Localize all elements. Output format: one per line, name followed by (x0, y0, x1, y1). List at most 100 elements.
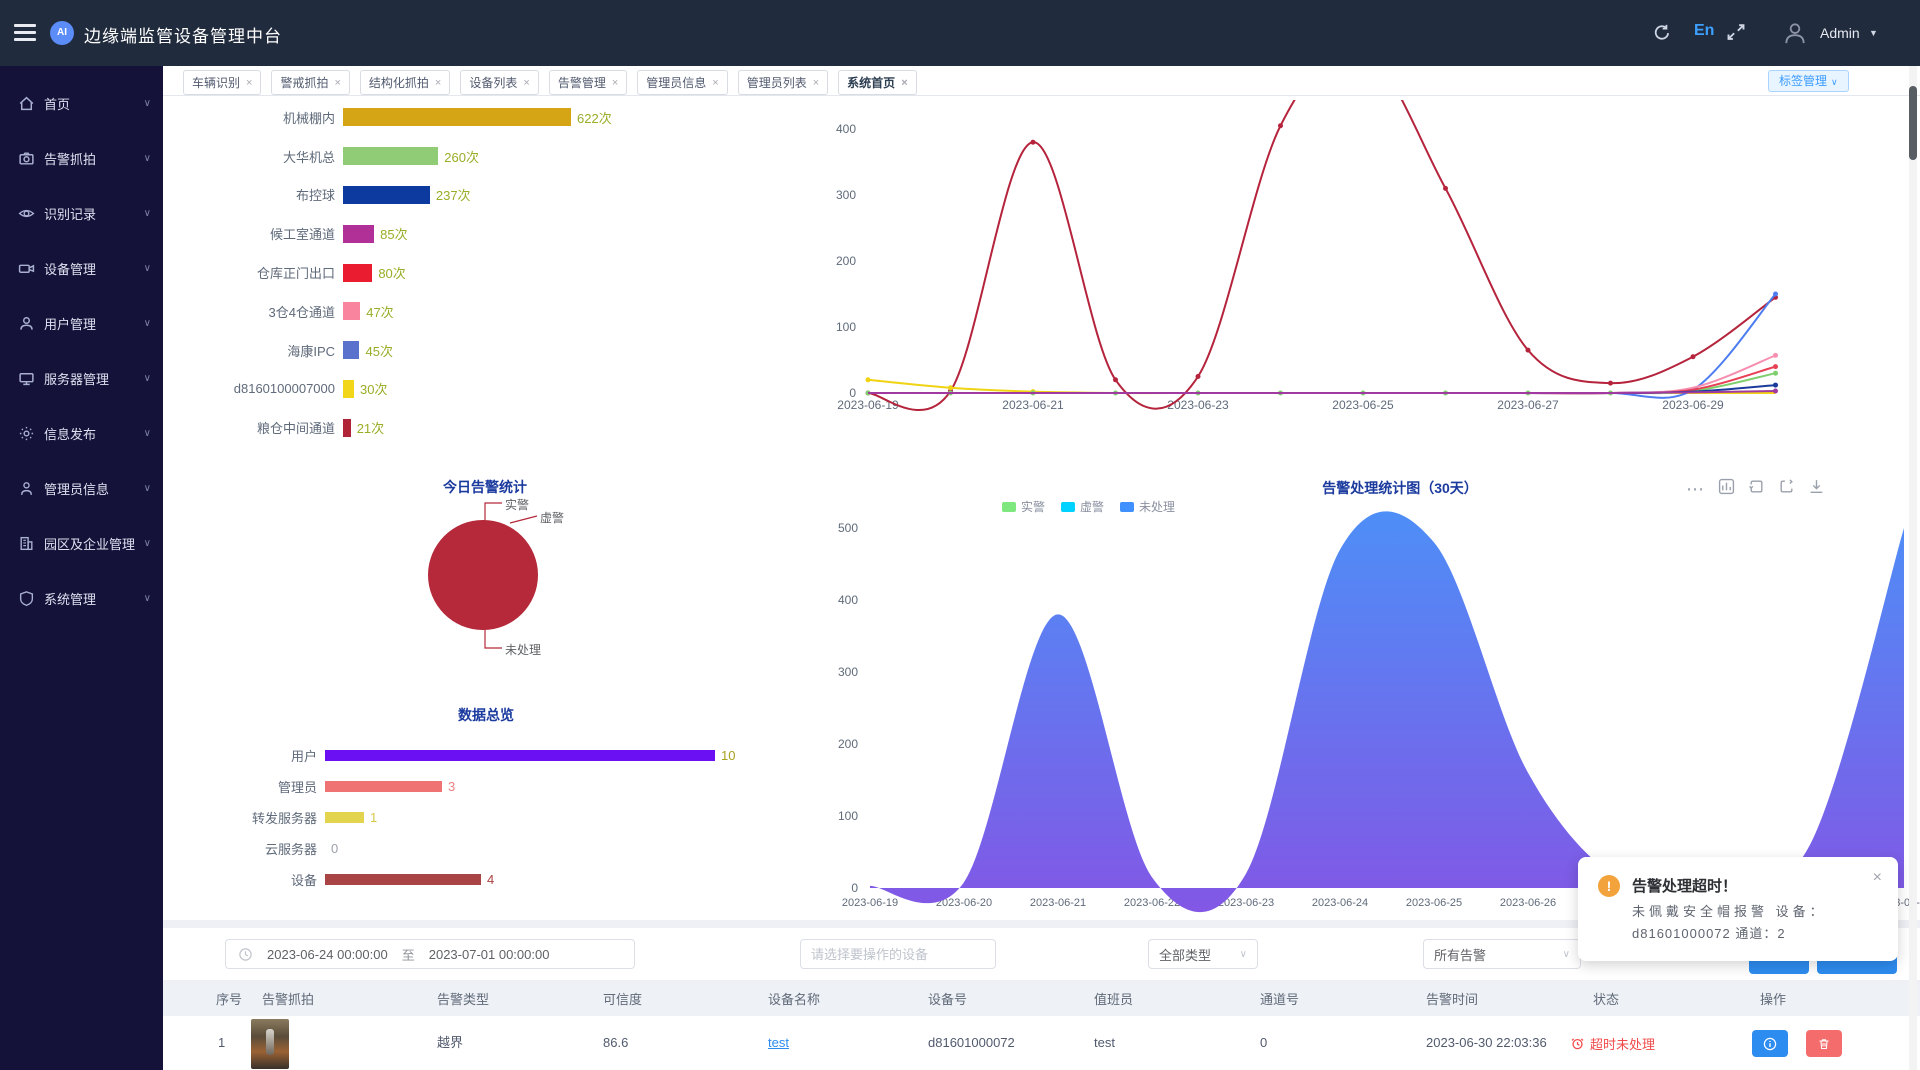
info-icon (1763, 1037, 1777, 1051)
cell-device-no: d81601000072 (928, 1016, 1015, 1070)
rotate-icon[interactable] (1778, 478, 1795, 500)
svg-text:2023-06-25: 2023-06-25 (1332, 398, 1394, 412)
download-icon[interactable] (1808, 478, 1825, 500)
close-tab-icon[interactable]: × (246, 77, 252, 89)
toast-close-icon[interactable]: × (1873, 869, 1882, 887)
legend-real-alarm[interactable]: 实警 (1002, 498, 1045, 515)
alarm-select[interactable]: 所有告警∨ (1423, 939, 1581, 969)
sidebar-item-device-management[interactable]: 设备管理∨ (0, 241, 163, 296)
svg-text:400: 400 (836, 122, 856, 136)
alarm-snapshot-thumbnail[interactable] (251, 1019, 289, 1069)
home-icon (18, 95, 35, 112)
bar-row: 用户10 (163, 740, 783, 771)
sidebar-item-user-management[interactable]: 用户管理∨ (0, 296, 163, 351)
tab-alarm-management[interactable]: 告警管理× (549, 70, 627, 95)
more-icon[interactable]: ⋯ (1686, 479, 1705, 500)
restore-icon[interactable] (1748, 478, 1765, 500)
cell-alarm-time: 2023-06-30 22:03:36 (1426, 1016, 1547, 1070)
alarm-process-area-chart: 01002003004005002023-06-192023-06-202023… (796, 470, 1920, 915)
data-overview-bar-chart: 用户10管理员3转发服务器1云服务器0设备4 (163, 740, 783, 895)
cell-channel: 0 (1260, 1016, 1267, 1070)
chart-type-icon[interactable] (1718, 478, 1735, 500)
sidebar-item-home[interactable]: 首页∨ (0, 76, 163, 131)
date-range-picker[interactable]: 2023-06-24 00:00:00 至 2023-07-01 00:00:0… (225, 939, 635, 969)
refresh-icon[interactable] (1652, 22, 1672, 47)
pie-label-false-alarm: 虚警 (540, 509, 564, 526)
bar-row: 粮仓中间通道21次 (178, 408, 738, 447)
sidebar-item-alarm-capture[interactable]: 告警抓拍∨ (0, 131, 163, 186)
close-tab-icon[interactable]: × (712, 77, 718, 89)
svg-text:2023-06-29: 2023-06-29 (1662, 398, 1724, 412)
person-icon (18, 480, 35, 497)
cell-alarm-type: 越界 (437, 1016, 463, 1070)
bar-row: 机械棚内622次 (178, 98, 738, 137)
close-tab-icon[interactable]: × (435, 77, 441, 89)
tab-device-list[interactable]: 设备列表× (460, 70, 538, 95)
sidebar-item-server-management[interactable]: 服务器管理∨ (0, 351, 163, 406)
shield-icon (18, 590, 35, 607)
tab-admin-info[interactable]: 管理员信息× (637, 70, 727, 95)
scrollbar-track[interactable] (1909, 66, 1917, 1070)
menu-toggle-icon[interactable] (14, 24, 36, 42)
device-name-link[interactable]: test (768, 1016, 789, 1070)
svg-text:0: 0 (851, 881, 858, 895)
cell-index: 1 (218, 1016, 225, 1070)
fullscreen-icon[interactable] (1726, 22, 1746, 47)
date-start: 2023-06-24 00:00:00 (267, 947, 388, 962)
toast-body-line2: d81601000072 通道：2 (1632, 923, 1786, 942)
dashboard-charts-panel: 机械棚内622次大华机总260次布控球237次候工室通道85次仓库正门出口80次… (163, 96, 1920, 920)
svg-text:200: 200 (836, 254, 856, 268)
type-select[interactable]: 全部类型∨ (1148, 939, 1258, 969)
table-row: 1 越界 86.6 test d81601000072 test 0 2023-… (163, 1016, 1920, 1070)
bar-row: 管理员3 (163, 771, 783, 802)
user-caret-icon: ▼ (1869, 28, 1878, 38)
close-tab-icon[interactable]: × (901, 77, 907, 89)
language-toggle[interactable]: En (1694, 22, 1714, 40)
sidebar-item-park-enterprise[interactable]: 园区及企业管理∨ (0, 516, 163, 571)
cell-confidence: 86.6 (603, 1016, 628, 1070)
close-tab-icon[interactable]: × (523, 77, 529, 89)
toast-title: 告警处理超时！ (1632, 875, 1737, 896)
toast-body-line1: 未佩戴安全帽报警 设备： (1632, 901, 1882, 920)
device-alarm-bar-chart: 机械棚内622次大华机总260次布控球237次候工室通道85次仓库正门出口80次… (178, 98, 738, 447)
tag-manage-button[interactable]: 标签管理∨ (1768, 70, 1849, 92)
close-tab-icon[interactable]: × (334, 77, 340, 89)
gear-icon (18, 425, 35, 442)
pie-label-unhandled: 未处理 (505, 641, 541, 658)
clock-icon (238, 947, 253, 962)
close-tab-icon[interactable]: × (813, 77, 819, 89)
delete-button[interactable] (1806, 1030, 1842, 1057)
avatar-icon[interactable] (1782, 20, 1808, 51)
bar-row: 设备4 (163, 864, 783, 895)
tab-structured-capture[interactable]: 结构化抓拍× (360, 70, 450, 95)
pie-label-real-alarm: 实警 (505, 496, 529, 513)
tab-system-home[interactable]: 系统首页× (838, 70, 916, 95)
status-badge: 超时未处理 (1570, 1016, 1655, 1070)
tab-alert-capture[interactable]: 警戒抓拍× (271, 70, 349, 95)
monitor-icon (18, 370, 35, 387)
sidebar-item-admin-info[interactable]: 管理员信息∨ (0, 461, 163, 516)
top-bar: AI 边缘端监管设备管理中台 En Admin ▼ (0, 0, 1920, 66)
chevron-down-icon: ∨ (1563, 949, 1570, 960)
data-overview-title: 数据总览 (386, 705, 586, 725)
svg-text:2023-06-21: 2023-06-21 (1002, 398, 1064, 412)
sidebar-item-info-publish[interactable]: 信息发布∨ (0, 406, 163, 461)
cell-operator: test (1094, 1016, 1115, 1070)
legend-unhandled[interactable]: 未处理 (1120, 498, 1175, 515)
svg-text:2023-06-24: 2023-06-24 (1312, 897, 1368, 909)
bar-row: 云服务器0 (163, 833, 783, 864)
user-menu[interactable]: Admin (1820, 25, 1860, 41)
date-end: 2023-07-01 00:00:00 (429, 947, 550, 962)
svg-text:2023-06-25: 2023-06-25 (1406, 897, 1462, 909)
legend-false-alarm[interactable]: 虚警 (1061, 498, 1104, 515)
device-select-input[interactable] (800, 939, 996, 969)
scrollbar-thumb[interactable] (1909, 86, 1917, 160)
tab-admin-list[interactable]: 管理员列表× (738, 70, 828, 95)
sidebar-item-recognition-records[interactable]: 识别记录∨ (0, 186, 163, 241)
sidebar-item-system-management[interactable]: 系统管理∨ (0, 571, 163, 626)
info-button[interactable] (1752, 1030, 1788, 1057)
tab-vehicle-recognition[interactable]: 车辆识别× (183, 70, 261, 95)
sidebar: 首页∨ 告警抓拍∨ 识别记录∨ 设备管理∨ 用户管理∨ 服务器管理∨ 信息发布∨… (0, 66, 163, 1070)
bar-row: 3仓4仓通道47次 (178, 292, 738, 331)
close-tab-icon[interactable]: × (612, 77, 618, 89)
